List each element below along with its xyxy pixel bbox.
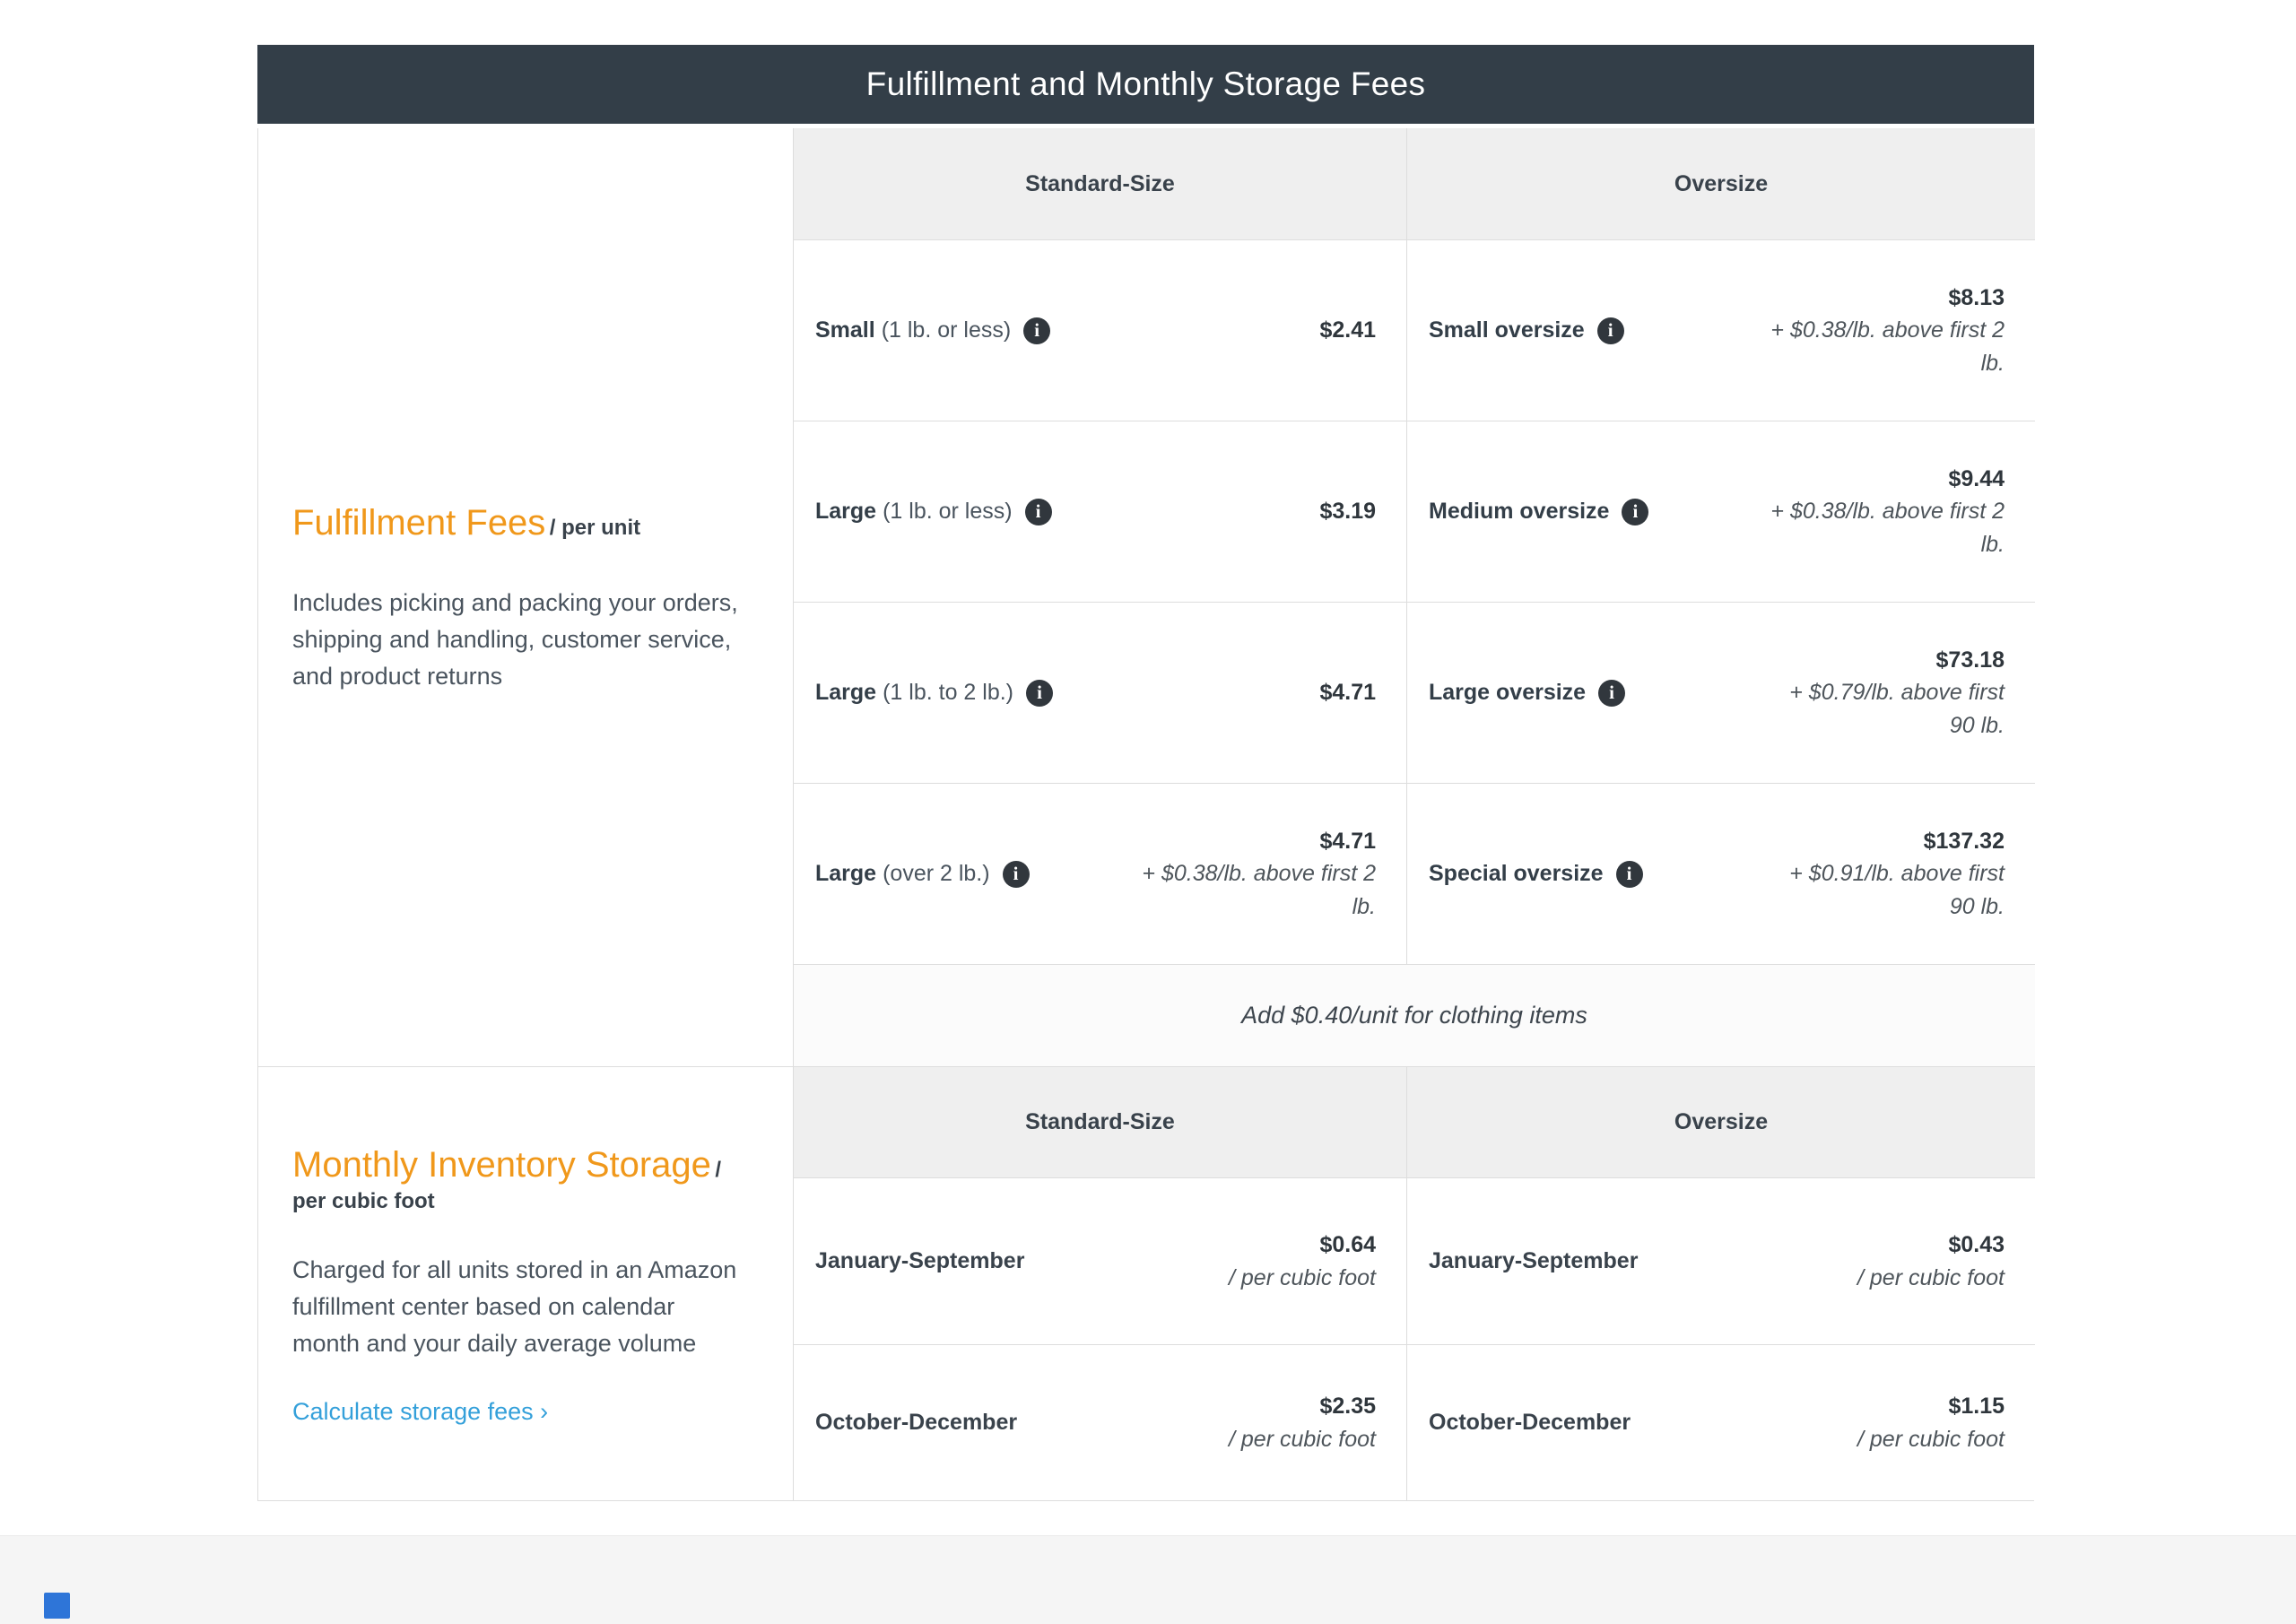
size-name: Large oversize — [1429, 680, 1587, 705]
price-block: $2.41 — [1319, 314, 1376, 346]
price: $0.43 — [1948, 1232, 2005, 1258]
price-block: $0.64 / per cubic foot — [1229, 1229, 1376, 1294]
price: $4.71 — [1319, 680, 1376, 706]
price-block: $8.13 + $0.38/lb. above first 2 lb. — [1770, 282, 2005, 379]
price-note: + $0.79/lb. above first 90 lb. — [1789, 680, 2005, 738]
fulfillment-description: Includes picking and packing your orders… — [292, 588, 738, 690]
price-unit: / per cubic foot — [1857, 1264, 2005, 1290]
price: $8.13 — [1948, 285, 2005, 311]
size-label: Medium oversize i — [1429, 498, 1649, 525]
fulfillment-row-standard: Large (over 2 lb.) i $4.71 + $0.38/lb. a… — [793, 783, 1406, 964]
info-icon[interactable]: i — [1598, 679, 1626, 707]
size-label: Large oversize i — [1429, 679, 1626, 707]
fulfillment-row-standard: Large (1 lb. to 2 lb.) i $4.71 — [793, 602, 1406, 783]
price: $3.19 — [1319, 499, 1376, 525]
size-detail: (over 2 lb.) — [883, 861, 990, 886]
price-block: $1.15 / per cubic foot — [1857, 1390, 2005, 1455]
size-detail: (1 lb. to 2 lb.) — [883, 680, 1013, 705]
size-label: Small oversize i — [1429, 317, 1624, 344]
storage-heading-text: Monthly Inventory Storage — [292, 1145, 711, 1185]
info-icon[interactable]: i — [1622, 498, 1649, 525]
size-name: Large — [815, 499, 877, 524]
fulfillment-heading-unit: / per unit — [549, 516, 641, 541]
price-block: $9.44 + $0.38/lb. above first 2 lb. — [1770, 463, 2005, 560]
price-block: $4.71 + $0.38/lb. above first 2 lb. — [1142, 825, 1376, 923]
size-label: Small (1 lb. or less) i — [815, 317, 1051, 344]
size-name: Large — [815, 680, 877, 705]
info-icon[interactable]: i — [1026, 679, 1053, 707]
size-label: Large (over 2 lb.) i — [815, 860, 1030, 888]
price-block: $4.71 — [1319, 676, 1376, 708]
period-label: October-December — [1429, 1410, 1631, 1435]
size-detail: (1 lb. or less) — [881, 317, 1012, 343]
price: $2.41 — [1319, 317, 1376, 343]
fulfillment-row-standard: Small (1 lb. or less) i $2.41 — [793, 239, 1406, 421]
storage-heading: Monthly Inventory Storage / per cubic fo… — [292, 1142, 741, 1214]
price-unit: / per cubic foot — [1229, 1264, 1376, 1290]
price-block: $0.43 / per cubic foot — [1857, 1229, 2005, 1294]
period-label: January-September — [815, 1248, 1025, 1273]
column-header-oversize: Oversize — [1406, 1066, 2035, 1177]
storage-row-standard: October-December $2.35 / per cubic foot — [793, 1344, 1406, 1500]
size-name: Special oversize — [1429, 861, 1604, 886]
info-icon[interactable]: i — [1615, 860, 1643, 888]
info-icon[interactable]: i — [1596, 317, 1624, 344]
size-name: Large — [815, 861, 877, 886]
storage-row-standard: January-September $0.64 / per cubic foot — [793, 1177, 1406, 1344]
fees-table: Fulfillment and Monthly Storage Fees Ful… — [257, 45, 2035, 1501]
size-detail: (1 lb. or less) — [883, 499, 1013, 524]
price-unit: / per cubic foot — [1857, 1426, 2005, 1452]
price: $0.64 — [1319, 1232, 1376, 1258]
price-block: $73.18 + $0.79/lb. above first 90 lb. — [1789, 644, 2005, 742]
price: $4.71 — [1319, 829, 1376, 855]
storage-description: Charged for all units stored in an Amazo… — [292, 1255, 737, 1357]
fees-grid: Fulfillment Fees / per unit Includes pic… — [257, 128, 2035, 1501]
price-block: $137.32 + $0.91/lb. above first 90 lb. — [1789, 825, 2005, 923]
fulfillment-row-standard: Large (1 lb. or less) i $3.19 — [793, 421, 1406, 602]
size-name: Small oversize — [1429, 317, 1585, 343]
info-icon[interactable]: i — [1024, 498, 1052, 525]
info-icon[interactable]: i — [1002, 860, 1030, 888]
size-name: Medium oversize — [1429, 499, 1610, 524]
price: $9.44 — [1948, 466, 2005, 492]
storage-row-oversize: October-December $1.15 / per cubic foot — [1406, 1344, 2035, 1500]
price-unit: / per cubic foot — [1229, 1426, 1376, 1452]
period-label: October-December — [815, 1410, 1018, 1435]
fulfillment-heading-text: Fulfillment Fees — [292, 503, 546, 543]
page-footer-band — [0, 1535, 2296, 1624]
fulfillment-row-oversize: Special oversize i $137.32 + $0.91/lb. a… — [1406, 783, 2035, 964]
price: $137.32 — [1923, 829, 2005, 855]
price-note: + $0.38/lb. above first 2 lb. — [1142, 861, 1376, 919]
fulfillment-intro-cell: Fulfillment Fees / per unit Includes pic… — [258, 128, 793, 1066]
price: $2.35 — [1319, 1394, 1376, 1420]
period-label: January-September — [1429, 1248, 1639, 1273]
table-title: Fulfillment and Monthly Storage Fees — [257, 45, 2034, 128]
price-block: $2.35 / per cubic foot — [1229, 1390, 1376, 1455]
column-header-oversize: Oversize — [1406, 128, 2035, 239]
fulfillment-row-oversize: Medium oversize i $9.44 + $0.38/lb. abov… — [1406, 421, 2035, 602]
calculate-storage-fees-link[interactable]: Calculate storage fees › — [292, 1398, 741, 1426]
clothing-note-row: Add $0.40/unit for clothing items — [793, 964, 2035, 1066]
size-name: Small — [815, 317, 875, 343]
size-label: Special oversize i — [1429, 860, 1643, 888]
fulfillment-row-oversize: Small oversize i $8.13 + $0.38/lb. above… — [1406, 239, 2035, 421]
column-header-standard: Standard-Size — [793, 1066, 1406, 1177]
fulfillment-heading: Fulfillment Fees / per unit — [292, 499, 741, 547]
price-note: + $0.91/lb. above first 90 lb. — [1789, 861, 2005, 919]
price: $73.18 — [1935, 647, 2005, 673]
size-label: Large (1 lb. to 2 lb.) i — [815, 679, 1053, 707]
price-note: + $0.38/lb. above first 2 lb. — [1770, 499, 2005, 557]
blue-widget-button[interactable] — [44, 1593, 70, 1619]
size-label: Large (1 lb. or less) i — [815, 498, 1052, 525]
storage-intro-cell: Monthly Inventory Storage / per cubic fo… — [258, 1066, 793, 1500]
storage-row-oversize: January-September $0.43 / per cubic foot — [1406, 1177, 2035, 1344]
info-icon[interactable]: i — [1023, 317, 1051, 344]
fulfillment-row-oversize: Large oversize i $73.18 + $0.79/lb. abov… — [1406, 602, 2035, 783]
column-header-standard: Standard-Size — [793, 128, 1406, 239]
price-block: $3.19 — [1319, 495, 1376, 527]
price: $1.15 — [1948, 1394, 2005, 1420]
price-note: + $0.38/lb. above first 2 lb. — [1770, 317, 2005, 376]
